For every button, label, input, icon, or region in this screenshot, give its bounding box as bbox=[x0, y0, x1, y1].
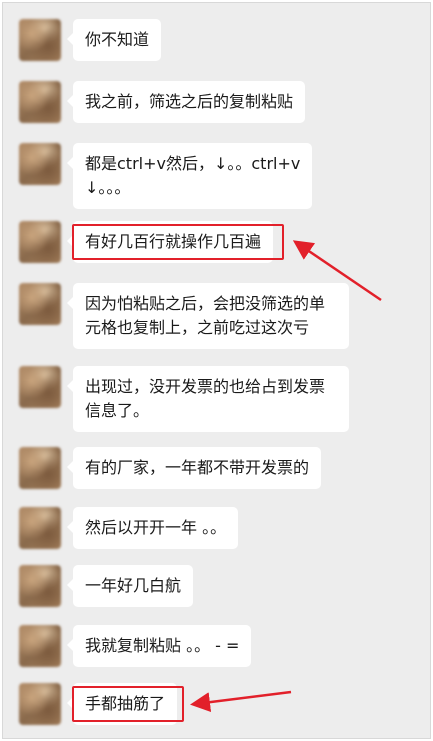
avatar[interactable] bbox=[19, 283, 61, 325]
message-bubble[interactable]: 出现过，没开发票的也给占到发票信息了。 bbox=[67, 366, 349, 432]
avatar[interactable] bbox=[19, 81, 61, 123]
avatar[interactable] bbox=[19, 683, 61, 725]
message-bubble[interactable]: 然后以开开一年 。。 bbox=[66, 507, 239, 549]
message-bubble[interactable]: 有的厂家，一年都不带开发票的 bbox=[66, 447, 322, 489]
avatar[interactable] bbox=[19, 143, 61, 185]
arrow-icon bbox=[190, 690, 292, 713]
avatar[interactable] bbox=[19, 19, 61, 61]
avatar[interactable] bbox=[19, 625, 61, 667]
chat-screenshot: 你不知道 我之前，筛选之后的复制粘贴 都是ctrl+v然后，↓。。ctrl+v … bbox=[2, 2, 431, 739]
message-bubble[interactable]: 我就复制粘贴 。。 - = bbox=[66, 625, 252, 667]
message-bubble[interactable]: 都是ctrl+v然后，↓。。ctrl+v ↓。。。 bbox=[66, 143, 313, 209]
message-bubble[interactable]: 因为怕粘贴之后，会把没筛选的单元格也复制上，之前吃过这次亏 bbox=[67, 283, 349, 349]
avatar[interactable] bbox=[19, 565, 61, 607]
avatar[interactable] bbox=[19, 447, 61, 489]
avatar[interactable] bbox=[19, 366, 61, 408]
message-bubble[interactable]: 一年好几白航 bbox=[66, 565, 194, 607]
avatar[interactable] bbox=[19, 221, 61, 263]
highlight-box bbox=[72, 686, 184, 722]
highlight-box bbox=[72, 224, 284, 260]
avatar[interactable] bbox=[19, 507, 61, 549]
message-bubble[interactable]: 你不知道 bbox=[66, 19, 162, 61]
message-bubble[interactable]: 我之前，筛选之后的复制粘贴 bbox=[66, 81, 306, 123]
